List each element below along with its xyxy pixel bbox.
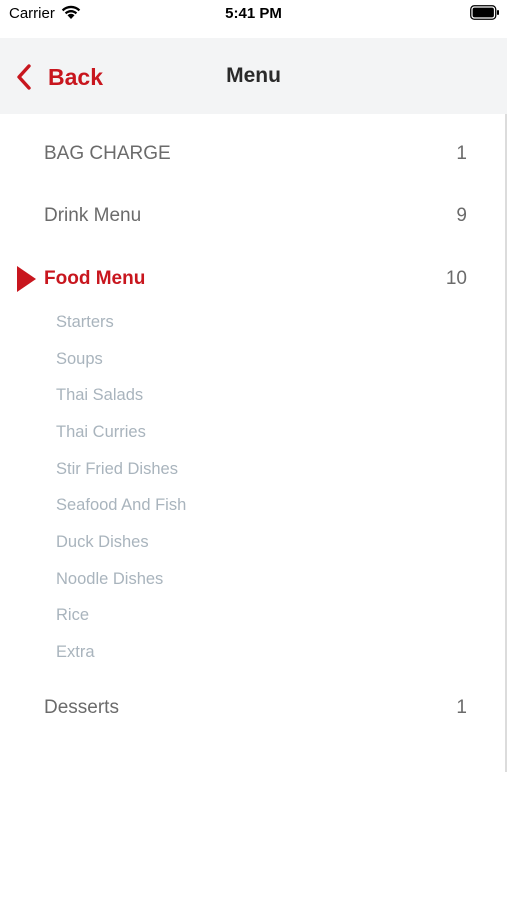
category-label: Food Menu bbox=[44, 268, 146, 289]
subcategory-thai-curries[interactable]: Thai Curries bbox=[56, 419, 476, 445]
category-count: 9 bbox=[456, 205, 467, 226]
battery-icon bbox=[470, 5, 499, 20]
subcategory-extra[interactable]: Extra bbox=[56, 639, 476, 665]
category-food-menu[interactable]: Food Menu 10 bbox=[0, 259, 507, 299]
subcategory-seafood-and-fish[interactable]: Seafood And Fish bbox=[56, 492, 476, 518]
category-count: 1 bbox=[456, 143, 467, 164]
category-drink-menu[interactable]: Drink Menu 9 bbox=[0, 196, 507, 236]
category-bag-charge[interactable]: BAG CHARGE 1 bbox=[0, 134, 507, 174]
category-label: Desserts bbox=[44, 697, 119, 718]
selected-triangle-icon bbox=[17, 266, 36, 292]
subcategory-soups[interactable]: Soups bbox=[56, 346, 476, 372]
navigation-bar: Back Menu bbox=[0, 38, 507, 114]
category-count: 10 bbox=[445, 268, 467, 289]
status-time: 5:41 PM bbox=[225, 5, 282, 22]
page-title: Menu bbox=[226, 64, 281, 87]
status-bar: Carrier 5:41 PM bbox=[0, 0, 507, 38]
category-count: 1 bbox=[456, 697, 467, 718]
subcategory-rice[interactable]: Rice bbox=[56, 602, 476, 628]
subcategory-thai-salads[interactable]: Thai Salads bbox=[56, 382, 476, 408]
category-label: BAG CHARGE bbox=[44, 143, 171, 164]
subcategory-stir-fried-dishes[interactable]: Stir Fried Dishes bbox=[56, 456, 476, 482]
category-label: Drink Menu bbox=[44, 205, 142, 226]
subcategory-noodle-dishes[interactable]: Noodle Dishes bbox=[56, 566, 476, 592]
category-desserts[interactable]: Desserts 1 bbox=[0, 688, 507, 728]
subcategory-starters[interactable]: Starters bbox=[56, 309, 476, 335]
subcategory-duck-dishes[interactable]: Duck Dishes bbox=[56, 529, 476, 555]
